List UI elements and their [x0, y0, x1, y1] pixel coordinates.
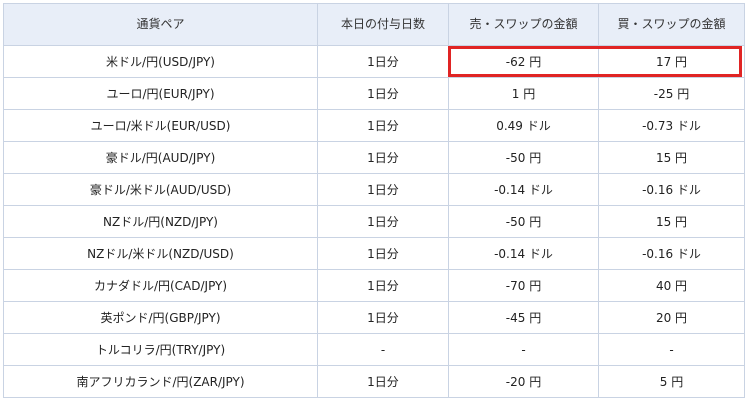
table-row: 豪ドル/米ドル(AUD/USD) 1日分 -0.14 ドル -0.16 ドル [3, 173, 745, 206]
header-buy-swap: 買・スワップの金額 [598, 3, 745, 46]
days-granted: 1日分 [317, 109, 449, 142]
days-granted: 1日分 [317, 365, 449, 398]
buy-swap-amount: 15 円 [598, 141, 745, 174]
buy-swap-amount: 17 円 [598, 45, 745, 78]
buy-swap-amount: -0.16 ドル [598, 173, 745, 206]
currency-pair: 豪ドル/米ドル(AUD/USD) [3, 173, 318, 206]
table-row: トルコリラ/円(TRY/JPY) - - - [3, 333, 745, 366]
currency-pair: NZドル/米ドル(NZD/USD) [3, 237, 318, 270]
table-row: NZドル/円(NZD/JPY) 1日分 -50 円 15 円 [3, 205, 745, 238]
buy-swap-amount: -0.73 ドル [598, 109, 745, 142]
table-row: カナダドル/円(CAD/JPY) 1日分 -70 円 40 円 [3, 269, 745, 302]
buy-swap-amount: 15 円 [598, 205, 745, 238]
sell-swap-amount: 1 円 [448, 77, 599, 110]
sell-swap-amount: -50 円 [448, 141, 599, 174]
currency-pair: 南アフリカランド/円(ZAR/JPY) [3, 365, 318, 398]
days-granted: 1日分 [317, 269, 449, 302]
sell-swap-amount: -20 円 [448, 365, 599, 398]
currency-pair: NZドル/円(NZD/JPY) [3, 205, 318, 238]
sell-swap-amount: 0.49 ドル [448, 109, 599, 142]
buy-swap-amount: -0.16 ドル [598, 237, 745, 270]
sell-swap-amount: -62 円 [448, 45, 599, 78]
buy-swap-amount: 20 円 [598, 301, 745, 334]
header-row: 通貨ペア 本日の付与日数 売・スワップの金額 買・スワップの金額 [3, 3, 745, 46]
header-sell-swap: 売・スワップの金額 [448, 3, 599, 46]
currency-pair: 英ポンド/円(GBP/JPY) [3, 301, 318, 334]
days-granted: 1日分 [317, 45, 449, 78]
sell-swap-amount: -0.14 ドル [448, 237, 599, 270]
header-days: 本日の付与日数 [317, 3, 449, 46]
buy-swap-amount: 5 円 [598, 365, 745, 398]
buy-swap-amount: 40 円 [598, 269, 745, 302]
table-row: NZドル/米ドル(NZD/USD) 1日分 -0.14 ドル -0.16 ドル [3, 237, 745, 270]
days-granted: 1日分 [317, 205, 449, 238]
buy-swap-amount: - [598, 333, 745, 366]
table-row: 米ドル/円(USD/JPY) 1日分 -62 円 17 円 [3, 45, 745, 78]
buy-swap-amount: -25 円 [598, 77, 745, 110]
currency-pair: 豪ドル/円(AUD/JPY) [3, 141, 318, 174]
sell-swap-amount: -0.14 ドル [448, 173, 599, 206]
swap-table: 通貨ペア 本日の付与日数 売・スワップの金額 買・スワップの金額 米ドル/円(U… [3, 3, 745, 398]
days-granted: - [317, 333, 449, 366]
currency-pair: 米ドル/円(USD/JPY) [3, 45, 318, 78]
header-currency-pair: 通貨ペア [3, 3, 318, 46]
table-row: 南アフリカランド/円(ZAR/JPY) 1日分 -20 円 5 円 [3, 365, 745, 398]
sell-swap-amount: -45 円 [448, 301, 599, 334]
currency-pair: ユーロ/円(EUR/JPY) [3, 77, 318, 110]
currency-pair: カナダドル/円(CAD/JPY) [3, 269, 318, 302]
table-row: 英ポンド/円(GBP/JPY) 1日分 -45 円 20 円 [3, 301, 745, 334]
days-granted: 1日分 [317, 173, 449, 206]
sell-swap-amount: - [448, 333, 599, 366]
table-row: ユーロ/円(EUR/JPY) 1日分 1 円 -25 円 [3, 77, 745, 110]
currency-pair: ユーロ/米ドル(EUR/USD) [3, 109, 318, 142]
sell-swap-amount: -50 円 [448, 205, 599, 238]
table-row: ユーロ/米ドル(EUR/USD) 1日分 0.49 ドル -0.73 ドル [3, 109, 745, 142]
days-granted: 1日分 [317, 237, 449, 270]
days-granted: 1日分 [317, 77, 449, 110]
days-granted: 1日分 [317, 301, 449, 334]
currency-pair: トルコリラ/円(TRY/JPY) [3, 333, 318, 366]
table-row: 豪ドル/円(AUD/JPY) 1日分 -50 円 15 円 [3, 141, 745, 174]
days-granted: 1日分 [317, 141, 449, 174]
sell-swap-amount: -70 円 [448, 269, 599, 302]
